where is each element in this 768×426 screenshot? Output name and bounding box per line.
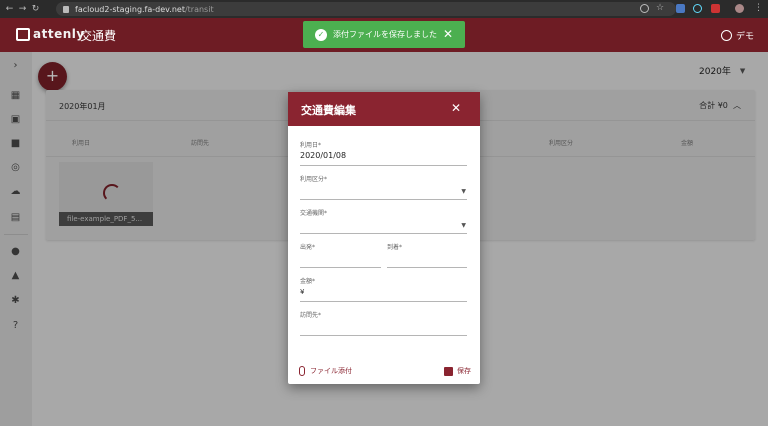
attach-label: ファイル添付: [310, 367, 352, 375]
depart-label: 出発*: [300, 244, 316, 251]
url-path: /transit: [184, 4, 214, 14]
date-field[interactable]: 利用日* 2020/01/08: [300, 140, 467, 166]
attach-file-button[interactable]: ファイル添付: [299, 366, 352, 376]
dropdown-caret-icon: ▼: [461, 222, 466, 229]
user-menu[interactable]: デモ: [720, 29, 754, 42]
lock-icon: [63, 5, 69, 13]
forward-icon[interactable]: →: [16, 4, 29, 14]
close-icon[interactable]: ✕: [443, 27, 453, 41]
success-toast: ✓ 添付ファイルを保存しました ✕: [303, 21, 465, 48]
reload-icon[interactable]: ↻: [29, 4, 42, 14]
arrive-field[interactable]: 到着*: [387, 242, 467, 268]
user-name: デモ: [735, 32, 754, 42]
amount-label: 金額*: [300, 278, 316, 285]
dialog-title: 交通費編集: [301, 104, 356, 117]
currency-prefix: ¥: [300, 288, 305, 296]
back-icon[interactable]: ←: [3, 4, 16, 14]
toast-message: 添付ファイルを保存しました: [333, 30, 437, 39]
dropdown-caret-icon: ▼: [461, 188, 466, 195]
dialog-header: 交通費編集 ✕: [288, 92, 480, 126]
category-select[interactable]: 利用区分* ▼: [300, 174, 467, 200]
category-label: 利用区分*: [300, 176, 328, 183]
edit-dialog: 交通費編集 ✕ 利用日* 2020/01/08 利用区分* ▼ 交通機関* ▼ …: [288, 92, 480, 384]
amount-field[interactable]: 金額* ¥: [300, 276, 467, 302]
paperclip-icon: [299, 366, 305, 376]
app-logo[interactable]: attenly: [16, 27, 85, 41]
address-bar[interactable]: facloud2-staging.fa-dev.net/transit: [56, 2, 676, 16]
depart-field[interactable]: 出発*: [300, 242, 381, 268]
check-circle-icon: ✓: [315, 28, 327, 41]
extension-icon[interactable]: [676, 4, 685, 13]
destination-label: 訪問先*: [300, 312, 322, 319]
transport-label: 交通機関*: [300, 210, 328, 217]
save-icon: [444, 366, 453, 376]
close-icon[interactable]: ✕: [451, 101, 461, 115]
account-icon: [720, 30, 732, 41]
date-value: 2020/01/08: [300, 151, 347, 160]
destination-field[interactable]: 訪問先*: [300, 310, 467, 336]
save-label: 保存: [457, 367, 471, 375]
extension-icon[interactable]: [640, 4, 649, 13]
url-host: facloud2-staging.fa-dev.net: [75, 4, 185, 14]
bookmark-star-icon[interactable]: ☆: [656, 4, 665, 13]
logo-text: attenly: [33, 27, 85, 41]
browser-toolbar: ← → ↻ facloud2-staging.fa-dev.net/transi…: [0, 0, 768, 18]
profile-avatar[interactable]: [735, 4, 744, 13]
menu-icon[interactable]: ⋮: [754, 4, 763, 13]
save-button[interactable]: 保存: [444, 366, 471, 376]
arrive-label: 到着*: [387, 244, 403, 251]
transport-select[interactable]: 交通機関* ▼: [300, 208, 467, 234]
extension-icon[interactable]: [711, 4, 720, 13]
date-label: 利用日*: [300, 142, 322, 149]
logo-mark: [16, 27, 30, 41]
react-devtools-icon[interactable]: [693, 4, 702, 13]
page-title: 交通費: [80, 29, 117, 43]
